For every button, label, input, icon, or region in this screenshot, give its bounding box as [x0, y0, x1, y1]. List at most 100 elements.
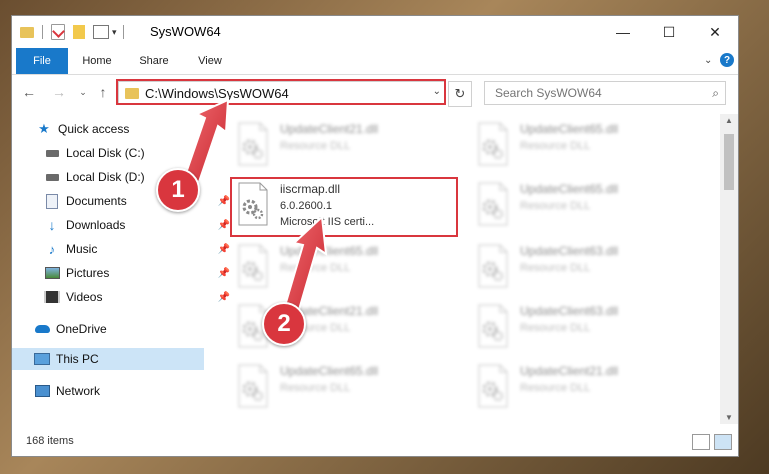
help-icon[interactable]: ? [720, 53, 734, 67]
file-description: Resource DLL [280, 140, 351, 152]
file-name: UpdateClient65.dll [520, 182, 619, 196]
nav-label: Documents [66, 194, 127, 208]
nav-network[interactable]: Network [12, 380, 226, 402]
nav-label: This PC [56, 352, 99, 366]
search-input[interactable] [493, 85, 697, 101]
nav-local-disk-c[interactable]: Local Disk (C:) [12, 142, 236, 164]
star-icon: ★ [38, 121, 50, 136]
file-name: UpdateClient21.dll [520, 364, 619, 378]
nav-label: Music [66, 242, 98, 256]
address-bar[interactable]: C:\Windows\SysWOW64 ⌄ [118, 81, 446, 105]
file-tile[interactable]: UpdateClient65.dll Resource DLL [468, 176, 698, 232]
dll-file-icon [236, 182, 270, 226]
up-arrow-icon[interactable]: ↑ [94, 83, 112, 101]
nav-local-disk-d[interactable]: Local Disk (D:) [12, 166, 236, 188]
file-name: UpdateClient65.dll [280, 244, 379, 258]
large-icons-view-icon[interactable] [714, 434, 732, 450]
new-folder-icon[interactable] [73, 25, 85, 39]
step-2-badge: 2 [262, 302, 306, 346]
file-name: UpdateClient65.dll [280, 364, 379, 378]
separator [42, 25, 43, 39]
file-name: iiscrmap.dll [280, 182, 341, 196]
file-tile[interactable]: UpdateClient63.dll Resource DLL [468, 298, 698, 354]
nav-label: Quick access [58, 122, 130, 136]
tab-share[interactable]: Share [132, 48, 176, 74]
file-tile[interactable]: UpdateClient65.dll Resource DLL [228, 358, 458, 414]
file-tile[interactable]: UpdateClient21.dll Resource DLL [468, 358, 698, 414]
nav-pictures[interactable]: Pictures 📌 [12, 262, 236, 284]
properties-icon[interactable] [51, 24, 65, 40]
nav-music[interactable]: ♪ Music 📌 [12, 238, 236, 260]
nav-label: Local Disk (C:) [66, 146, 145, 160]
chevron-down-icon[interactable]: ⌄ [433, 86, 441, 97]
file-tile[interactable]: UpdateClient63.dll Resource DLL [468, 238, 698, 294]
file-name: UpdateClient63.dll [520, 244, 619, 258]
file-version: 6.0.2600.1 [280, 200, 332, 212]
file-tile[interactable]: UpdateClient65.dll Resource DLL [468, 116, 698, 172]
pictures-icon [44, 265, 60, 281]
ribbon: File Home Share View ⌄ ? [12, 48, 738, 75]
cloud-icon [34, 321, 50, 337]
chevron-down-icon[interactable]: ⌄ [704, 55, 712, 66]
explorer-window: ▾ SysWOW64 — ☐ ✕ File Home Share View ⌄ … [12, 16, 738, 456]
maximize-button[interactable]: ☐ [646, 16, 692, 48]
close-button[interactable]: ✕ [692, 16, 738, 48]
file-description: Microsoft IIS certi... [280, 216, 375, 228]
address-row: ← → ⌄ ↑ C:\Windows\SysWOW64 ⌄ ↻ ⌕ [12, 75, 738, 111]
item-count: 168 items [26, 435, 74, 447]
dll-file-icon [476, 364, 510, 408]
pc-icon [34, 351, 50, 367]
search-icon[interactable]: ⌕ [712, 86, 719, 101]
nav-downloads[interactable]: ↓ Downloads 📌 [12, 214, 236, 236]
back-arrow-icon[interactable]: ← [20, 83, 38, 101]
nav-quick-access[interactable]: ★ Quick access [12, 118, 228, 140]
recent-chevron-icon[interactable]: ⌄ [74, 83, 92, 101]
details-view-icon[interactable] [692, 434, 710, 450]
nav-onedrive[interactable]: OneDrive [12, 318, 226, 340]
nav-documents[interactable]: Documents 📌 [12, 190, 236, 212]
scroll-down-icon[interactable]: ▼ [725, 413, 733, 422]
folder-icon[interactable] [20, 26, 34, 38]
dll-file-icon [476, 244, 510, 288]
forward-arrow-icon[interactable]: → [50, 83, 68, 101]
dll-file-icon [476, 182, 510, 226]
file-description: Resource DLL [520, 140, 591, 152]
file-tile[interactable]: UpdateClient65.dll Resource DLL [228, 238, 458, 294]
download-icon: ↓ [48, 217, 56, 233]
nav-label: Pictures [66, 266, 110, 280]
tab-view[interactable]: View [190, 48, 230, 74]
nav-this-pc[interactable]: This PC [12, 348, 204, 370]
videos-icon [44, 289, 60, 305]
dll-file-icon [476, 122, 510, 166]
search-box[interactable]: ⌕ [484, 81, 726, 105]
nav-label: Local Disk (D:) [66, 170, 145, 184]
nav-label: Network [56, 384, 101, 398]
nav-label: OneDrive [56, 322, 107, 336]
tab-home[interactable]: Home [74, 48, 120, 74]
file-view: UpdateClient21.dll Resource DLL iiscrmap… [210, 114, 720, 424]
file-name: UpdateClient63.dll [520, 304, 619, 318]
nav-label: Videos [66, 290, 103, 304]
folder-icon [125, 87, 139, 99]
dll-file-icon [476, 304, 510, 348]
scrollbar-thumb[interactable] [724, 134, 734, 190]
scroll-up-icon[interactable]: ▲ [725, 116, 733, 125]
drive-icon [44, 169, 60, 185]
dll-file-icon [236, 122, 270, 166]
nav-videos[interactable]: Videos 📌 [12, 286, 236, 308]
minimize-button[interactable]: — [600, 16, 646, 48]
file-description: Resource DLL [520, 262, 591, 274]
refresh-button[interactable]: ↻ [448, 81, 472, 107]
address-path[interactable]: C:\Windows\SysWOW64 [145, 86, 289, 101]
file-tile[interactable]: UpdateClient21.dll Resource DLL [228, 116, 458, 172]
chevron-down-icon[interactable]: ▾ [112, 27, 117, 38]
title-bar: ▾ SysWOW64 — ☐ ✕ [12, 16, 738, 48]
music-icon: ♪ [48, 241, 56, 257]
tab-file[interactable]: File [16, 48, 68, 74]
file-description: Resource DLL [280, 382, 351, 394]
file-name: UpdateClient21.dll [280, 122, 379, 136]
separator [122, 25, 124, 39]
vertical-scrollbar[interactable]: ▲ ▼ [720, 114, 738, 424]
customize-toolbar-icon[interactable] [93, 25, 109, 39]
file-tile-iiscrmap[interactable]: iiscrmap.dll 6.0.2600.1 Microsoft IIS ce… [228, 176, 458, 232]
